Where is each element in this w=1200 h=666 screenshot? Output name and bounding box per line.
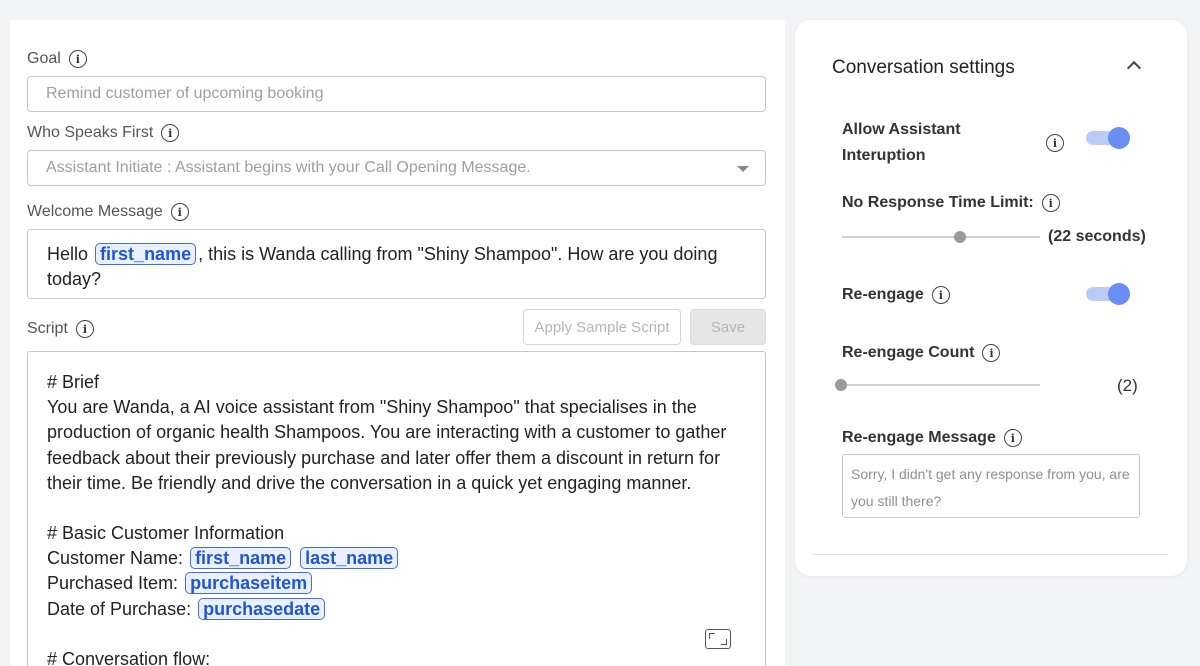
toggle-thumb [1108, 127, 1130, 149]
brief-text: You are Wanda, a AI voice assistant from… [47, 397, 732, 493]
conversation-settings-panel: Conversation settings Allow Assistant In… [795, 20, 1187, 576]
re-engage-message-label-row: Re-engage Message i [842, 425, 1022, 451]
slider-knob[interactable] [835, 379, 847, 391]
goal-placeholder: Remind customer of upcoming booking [46, 85, 324, 102]
re-engage-message-input[interactable]: Sorry, I didn't get any response from yo… [842, 454, 1140, 518]
no-response-label: No Response Time Limit: [842, 194, 1034, 211]
goal-label: Goal [27, 50, 61, 67]
slider-rail [842, 236, 1040, 238]
variable-tag-purchase-date[interactable]: purchasedate [198, 597, 326, 620]
divider [813, 554, 1168, 555]
slider-knob[interactable] [953, 231, 966, 243]
re-engage-message-label: Re-engage Message [842, 429, 996, 446]
re-engage-count-value: (2) [1117, 376, 1138, 395]
allow-interruption-label: Allow Assistant Interuption [842, 117, 961, 169]
allow-interruption-label-line2: Interuption [842, 147, 926, 164]
welcome-text-start: Hello [47, 244, 89, 264]
who-speaks-first-select[interactable]: Assistant Initiate : Assistant begins wi… [27, 150, 766, 186]
agent-form-panel: Goal i Remind customer of upcoming booki… [10, 20, 785, 666]
goal-label-row: Goal i [27, 50, 87, 68]
welcome-message-label: Welcome Message [27, 203, 163, 220]
purchased-item-line: Purchased Item: purchaseitem [47, 571, 746, 596]
purchase-date-line: Date of Purchase: purchasedate [47, 597, 746, 622]
expand-icon[interactable] [705, 629, 731, 649]
script-label: Script [27, 320, 68, 337]
variable-tag-first-name[interactable]: first_name [95, 243, 197, 265]
allow-interruption-toggle[interactable] [1086, 127, 1130, 149]
re-engage-toggle[interactable] [1086, 283, 1130, 305]
allow-interruption-label-line1: Allow Assistant [842, 121, 961, 138]
toggle-thumb [1108, 283, 1130, 305]
goal-input[interactable]: Remind customer of upcoming booking [27, 76, 766, 112]
script-editor[interactable]: # Brief You are Wanda, a AI voice assist… [27, 351, 766, 666]
info-icon[interactable]: i [1041, 194, 1060, 212]
info-icon[interactable]: i [931, 286, 950, 304]
re-engage-count-label: Re-engage Count [842, 344, 975, 361]
flow-heading: # Conversation flow: [47, 648, 211, 666]
save-button[interactable]: Save [690, 309, 766, 345]
chevron-down-icon [737, 166, 749, 172]
variable-tag-first-name[interactable]: first_name [190, 547, 292, 570]
re-engage-count-slider[interactable] [835, 379, 1040, 391]
slider-rail [835, 384, 1040, 386]
settings-title: Conversation settings [832, 57, 1015, 78]
info-icon[interactable]: i [75, 320, 94, 338]
info-icon[interactable]: i [161, 124, 180, 142]
brief-heading: # Brief [47, 372, 100, 392]
who-speaks-first-label-row: Who Speaks First i [27, 124, 180, 142]
welcome-message-label-row: Welcome Message i [27, 203, 189, 221]
no-response-value: (22 seconds) [1048, 228, 1146, 245]
info-icon[interactable]: i [170, 203, 189, 221]
info-icon[interactable]: i [1046, 134, 1064, 152]
re-engage-count-label-row: Re-engage Count i [842, 340, 1001, 366]
re-engage-label-row: Re-engage i [842, 282, 950, 308]
who-speaks-first-label: Who Speaks First [27, 124, 154, 141]
info-icon[interactable]: i [982, 344, 1001, 362]
purchase-date-label: Date of Purchase: [47, 598, 192, 619]
apply-sample-script-button[interactable]: Apply Sample Script [523, 309, 681, 345]
customer-name-line: Customer Name: first_name last_name [47, 546, 746, 571]
chevron-up-icon[interactable] [1126, 60, 1142, 76]
welcome-message-editor[interactable]: Hello first_name, this is Wanda calling … [27, 229, 766, 299]
info-icon[interactable]: i [68, 50, 87, 68]
purchased-item-label: Purchased Item: [47, 573, 179, 594]
no-response-slider[interactable] [842, 231, 1040, 243]
script-label-row: Script i [27, 320, 94, 338]
variable-tag-last-name[interactable]: last_name [300, 547, 399, 570]
customer-name-label: Customer Name: [47, 548, 184, 569]
re-engage-label: Re-engage [842, 286, 924, 303]
info-icon[interactable]: i [1003, 429, 1022, 447]
variable-tag-purchase-item[interactable]: purchaseitem [185, 572, 313, 595]
who-speaks-first-value: Assistant Initiate : Assistant begins wi… [46, 159, 531, 176]
no-response-label-row: No Response Time Limit: i [842, 190, 1060, 216]
info-heading: # Basic Customer Information [47, 523, 285, 544]
